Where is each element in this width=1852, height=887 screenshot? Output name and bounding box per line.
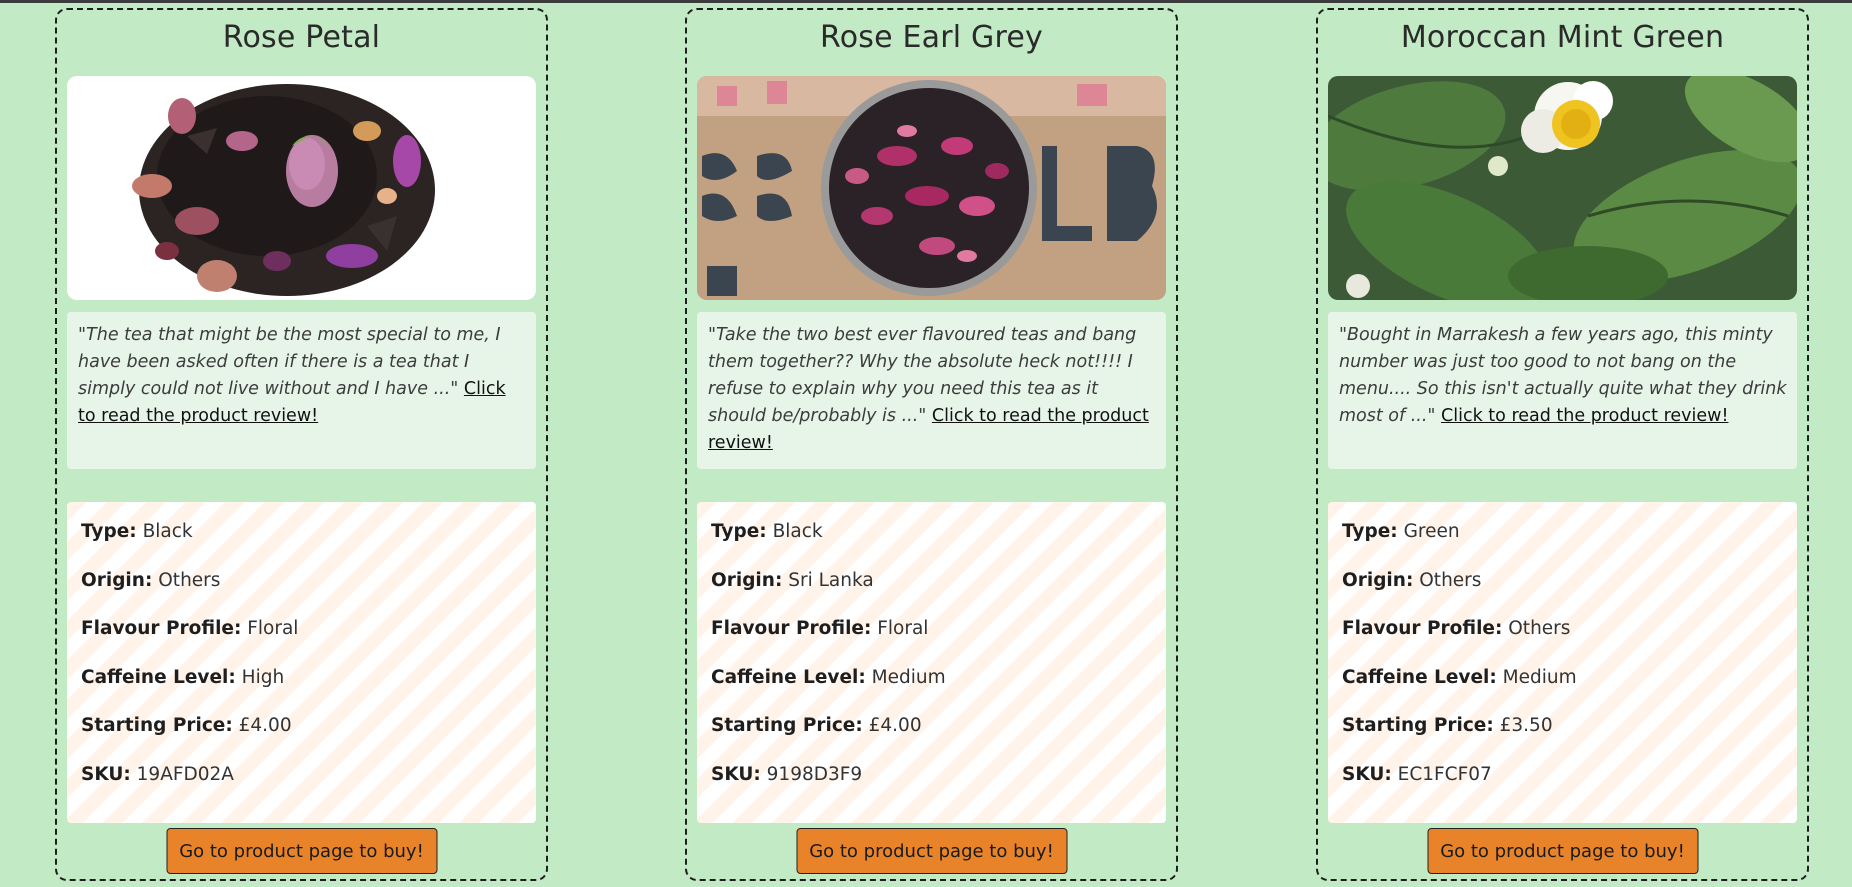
detail-value: Medium bbox=[871, 666, 946, 688]
product-details: Type: Green Origin: Others Flavour Profi… bbox=[1328, 502, 1797, 823]
product-card-rose-earl-grey: Rose Earl Grey "Take the two best ever f… bbox=[685, 8, 1178, 881]
detail-label: Flavour Profile: bbox=[81, 618, 242, 639]
read-review-link[interactable]: Click to read the product review! bbox=[1441, 406, 1728, 426]
go-to-product-page-button[interactable]: Go to product page to buy! bbox=[1427, 828, 1698, 874]
product-card-rose-petal: Rose Petal "The tea that might be the mo… bbox=[55, 8, 548, 881]
detail-type: Type: Black bbox=[81, 520, 536, 569]
product-details: Type: Black Origin: Sri Lanka Flavour Pr… bbox=[697, 502, 1166, 823]
detail-label: SKU: bbox=[1342, 763, 1392, 785]
detail-origin: Origin: Others bbox=[81, 569, 536, 618]
detail-starting-price: Starting Price: £3.50 bbox=[1342, 714, 1797, 763]
detail-value: Floral bbox=[877, 618, 929, 639]
product-grid: Rose Petal "The tea that might be the mo… bbox=[0, 0, 1852, 887]
product-card-moroccan-mint-green: Moroccan Mint Green "Bought in Marrakesh… bbox=[1316, 8, 1809, 881]
detail-label: Type: bbox=[81, 521, 137, 542]
detail-label: Origin: bbox=[711, 569, 783, 591]
go-to-product-page-button[interactable]: Go to product page to buy! bbox=[796, 828, 1067, 874]
product-title: Rose Petal bbox=[222, 20, 381, 55]
detail-label: Origin: bbox=[1342, 569, 1414, 591]
detail-starting-price: Starting Price: £4.00 bbox=[711, 714, 1166, 763]
detail-caffeine-level: Caffeine Level: High bbox=[81, 666, 536, 715]
detail-type: Type: Green bbox=[1342, 520, 1797, 569]
go-to-product-page-button[interactable]: Go to product page to buy! bbox=[166, 828, 437, 874]
product-image bbox=[697, 76, 1166, 300]
detail-label: Starting Price: bbox=[81, 715, 233, 736]
product-image bbox=[67, 76, 536, 300]
detail-sku: SKU: 9198D3F9 bbox=[711, 763, 1166, 812]
detail-value: Others bbox=[1419, 569, 1482, 591]
detail-label: Starting Price: bbox=[711, 715, 863, 736]
detail-label: Type: bbox=[711, 521, 767, 542]
detail-value: Green bbox=[1403, 521, 1460, 542]
detail-label: Caffeine Level: bbox=[1342, 666, 1497, 688]
detail-label: Caffeine Level: bbox=[711, 666, 866, 688]
detail-value: Medium bbox=[1502, 666, 1577, 688]
product-review-snippet: "Bought in Marrakesh a few years ago, th… bbox=[1328, 312, 1797, 469]
detail-label: Flavour Profile: bbox=[1342, 618, 1503, 639]
detail-type: Type: Black bbox=[711, 520, 1166, 569]
detail-label: Origin: bbox=[81, 569, 153, 591]
detail-value: Others bbox=[1508, 618, 1571, 639]
detail-value: Black bbox=[142, 521, 193, 542]
detail-flavour-profile: Flavour Profile: Others bbox=[1342, 617, 1797, 666]
detail-flavour-profile: Flavour Profile: Floral bbox=[81, 617, 536, 666]
detail-flavour-profile: Flavour Profile: Floral bbox=[711, 617, 1166, 666]
product-title: Moroccan Mint Green bbox=[1400, 20, 1725, 55]
detail-starting-price: Starting Price: £4.00 bbox=[81, 714, 536, 763]
detail-caffeine-level: Caffeine Level: Medium bbox=[711, 666, 1166, 715]
review-quote: "The tea that might be the most special … bbox=[78, 325, 501, 399]
detail-value: EC1FCF07 bbox=[1397, 763, 1492, 785]
product-review-snippet: "Take the two best ever flavoured teas a… bbox=[697, 312, 1166, 469]
detail-sku: SKU: EC1FCF07 bbox=[1342, 763, 1797, 812]
detail-origin: Origin: Sri Lanka bbox=[711, 569, 1166, 618]
detail-value: Sri Lanka bbox=[788, 569, 874, 591]
detail-value: Others bbox=[158, 569, 221, 591]
detail-label: Caffeine Level: bbox=[81, 666, 236, 688]
product-details: Type: Black Origin: Others Flavour Profi… bbox=[67, 502, 536, 823]
detail-value: Floral bbox=[247, 618, 299, 639]
detail-value: 19AFD02A bbox=[136, 763, 234, 785]
detail-value: 9198D3F9 bbox=[766, 763, 863, 785]
detail-label: Starting Price: bbox=[1342, 715, 1494, 736]
detail-label: SKU: bbox=[81, 763, 131, 785]
detail-origin: Origin: Others bbox=[1342, 569, 1797, 618]
detail-label: Flavour Profile: bbox=[711, 618, 872, 639]
product-title: Rose Earl Grey bbox=[820, 20, 1043, 55]
detail-label: Type: bbox=[1342, 521, 1398, 542]
detail-value: £3.50 bbox=[1499, 715, 1553, 736]
product-image bbox=[1328, 76, 1797, 300]
detail-value: £4.00 bbox=[238, 715, 292, 736]
detail-caffeine-level: Caffeine Level: Medium bbox=[1342, 666, 1797, 715]
detail-value: Black bbox=[772, 521, 823, 542]
detail-sku: SKU: 19AFD02A bbox=[81, 763, 536, 812]
product-review-snippet: "The tea that might be the most special … bbox=[67, 312, 536, 469]
detail-label: SKU: bbox=[711, 763, 761, 785]
detail-value: High bbox=[241, 666, 285, 688]
detail-value: £4.00 bbox=[868, 715, 922, 736]
